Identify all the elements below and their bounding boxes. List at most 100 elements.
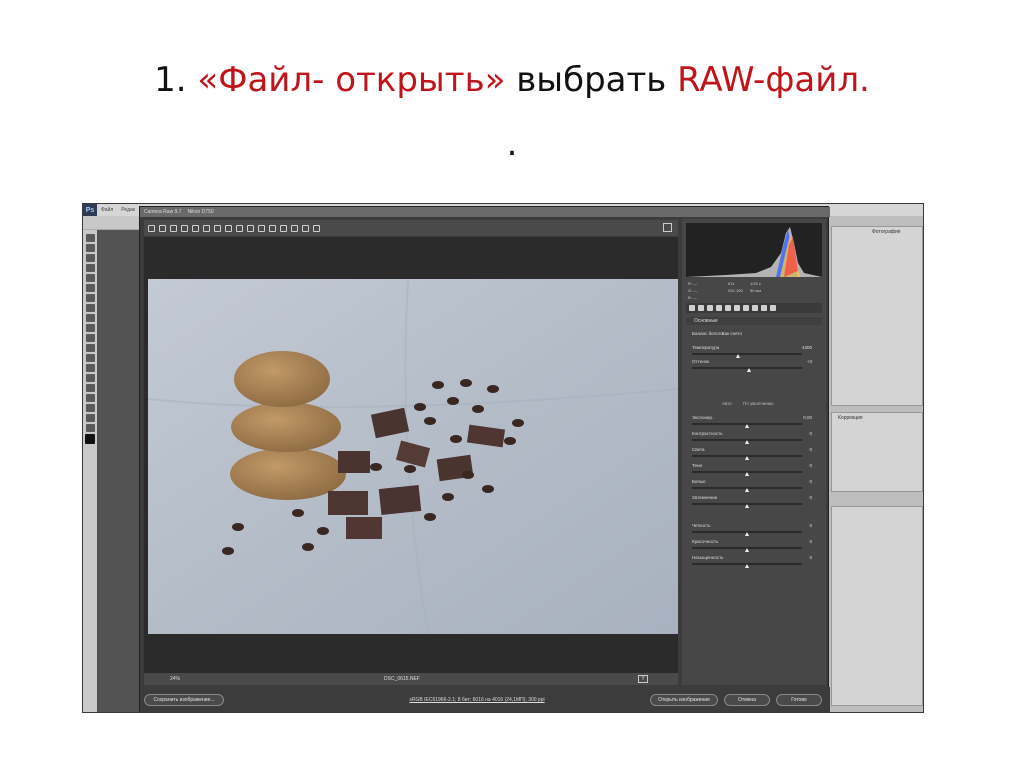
targeted-adjust-icon[interactable] — [192, 224, 199, 232]
tab-lens-icon[interactable] — [734, 305, 740, 311]
slider-value[interactable]: 0 — [809, 463, 812, 468]
slider-value[interactable]: 0 — [809, 431, 812, 436]
save-image-button[interactable]: Сохранить изображение... — [144, 694, 224, 706]
camera-raw-titlebar: Camera Raw 9.7 Nikon D750 — [140, 207, 830, 217]
slider-value[interactable]: 0 — [809, 555, 812, 560]
slider-value[interactable]: 0 — [809, 447, 812, 452]
path-select-tool-icon[interactable] — [85, 394, 95, 402]
type-tool-icon[interactable] — [85, 384, 95, 392]
title-number: 1. — [154, 60, 187, 100]
slider-value[interactable]: 0 — [809, 495, 812, 500]
zoom-tool-icon[interactable] — [85, 424, 95, 432]
open-image-button[interactable]: Открыть изображение — [650, 694, 718, 706]
readout-g-value: — — [693, 288, 698, 293]
blur-tool-icon[interactable] — [85, 354, 95, 362]
slider-label: Температура — [692, 345, 720, 350]
hand-icon[interactable] — [159, 224, 166, 232]
menu-item-file[interactable]: Файл — [97, 207, 117, 213]
auto-link[interactable]: Авто — [722, 401, 732, 406]
pen-tool-icon[interactable] — [85, 374, 95, 382]
zoom-icon[interactable] — [148, 224, 155, 232]
tab-hsl-icon[interactable] — [716, 305, 722, 311]
quick-select-tool-icon[interactable] — [85, 264, 95, 272]
slider-row: Белые 0 — [688, 479, 818, 493]
tab-split-toning-icon[interactable] — [725, 305, 731, 311]
tab-tone-curve-icon[interactable] — [698, 305, 704, 311]
eraser-tool-icon[interactable] — [85, 334, 95, 342]
rotate-left-icon[interactable] — [302, 224, 309, 232]
slider-value[interactable]: 0,00 — [803, 415, 812, 420]
white-balance-select[interactable]: Как снято — [722, 331, 782, 336]
preferences-icon[interactable] — [291, 224, 298, 232]
crop-tool-icon[interactable] — [85, 274, 95, 282]
white-balance-icon[interactable] — [170, 224, 177, 232]
lasso-tool-icon[interactable] — [85, 254, 95, 262]
camera-raw-toolbar — [144, 220, 678, 236]
crop-icon[interactable] — [203, 224, 210, 232]
workflow-options-link[interactable]: sRGB IEC61966-2.1; 8 бит; 6016 на 4016 (… — [392, 697, 562, 703]
dock-tab-photo[interactable]: Фотография — [872, 229, 901, 235]
dock-tab-adjustments[interactable]: Коррекция — [838, 415, 863, 421]
slider-row: Красочность 0 — [688, 539, 818, 553]
tab-detail-icon[interactable] — [707, 305, 713, 311]
before-after-toggle[interactable]: Y — [638, 675, 648, 683]
slider-value[interactable]: 0 — [809, 479, 812, 484]
tab-camera-calibration-icon[interactable] — [752, 305, 758, 311]
zoom-level[interactable]: 24% — [170, 673, 180, 685]
marquee-tool-icon[interactable] — [85, 244, 95, 252]
readout-r: R: — — [688, 281, 697, 286]
adjustment-brush-icon[interactable] — [258, 224, 265, 232]
slider-thumb[interactable] — [745, 456, 749, 460]
slider-thumb[interactable] — [736, 354, 741, 358]
slider-row: Затемнение 0 — [688, 495, 818, 509]
brush-tool-icon[interactable] — [85, 304, 95, 312]
shape-tool-icon[interactable] — [85, 404, 95, 412]
move-tool-icon[interactable] — [85, 234, 95, 242]
slider-thumb[interactable] — [745, 488, 749, 492]
menu-item-edit[interactable]: Редак — [117, 207, 139, 213]
radial-filter-icon[interactable] — [280, 224, 287, 232]
slider-thumb[interactable] — [745, 424, 749, 428]
camera-raw-footer: Сохранить изображение... sRGB IEC61966-2… — [140, 687, 830, 712]
eyedropper-tool-icon[interactable] — [85, 284, 95, 292]
color-sampler-icon[interactable] — [181, 224, 188, 232]
red-eye-icon[interactable] — [247, 224, 254, 232]
default-link[interactable]: По умолчанию — [743, 401, 773, 406]
rotate-right-icon[interactable] — [313, 224, 320, 232]
slider-value[interactable]: 0 — [809, 523, 812, 528]
fullscreen-icon[interactable] — [663, 223, 672, 232]
tab-effects-icon[interactable] — [743, 305, 749, 311]
graduated-filter-icon[interactable] — [269, 224, 276, 232]
photo-cookies-chocolate — [148, 279, 678, 634]
slider-track[interactable] — [692, 353, 802, 355]
slider-thumb[interactable] — [745, 548, 749, 552]
spot-removal-icon[interactable] — [236, 224, 243, 232]
slider-thumb[interactable] — [745, 440, 749, 444]
gradient-tool-icon[interactable] — [85, 344, 95, 352]
hand-tool-icon[interactable] — [85, 414, 95, 422]
healing-tool-icon[interactable] — [85, 294, 95, 302]
cancel-button[interactable]: Отмена — [724, 694, 770, 706]
dodge-tool-icon[interactable] — [85, 364, 95, 372]
slider-value[interactable]: 0 — [809, 539, 812, 544]
slider-thumb[interactable] — [745, 564, 749, 568]
straighten-icon[interactable] — [214, 224, 221, 232]
slide-title: 1. «Файл- открыть» выбрать RAW-файл. — [0, 58, 1024, 102]
tab-snapshots-icon[interactable] — [770, 305, 776, 311]
slider-thumb[interactable] — [747, 368, 752, 372]
slider-value[interactable]: 4300 — [802, 345, 812, 350]
slider-thumb[interactable] — [745, 472, 749, 476]
done-button[interactable]: Готово — [776, 694, 822, 706]
file-name: DSC_0615.NEF — [384, 676, 420, 682]
slider-value[interactable]: +3 — [807, 359, 812, 364]
slider-thumb[interactable] — [745, 504, 749, 508]
tab-presets-icon[interactable] — [761, 305, 767, 311]
color-swatches-icon[interactable] — [85, 434, 95, 444]
slider-thumb[interactable] — [745, 532, 749, 536]
history-brush-tool-icon[interactable] — [85, 324, 95, 332]
transform-icon[interactable] — [225, 224, 232, 232]
tab-basic-icon[interactable] — [689, 305, 695, 311]
camera-raw-title: Camera Raw 9.7 — [144, 209, 182, 215]
stamp-tool-icon[interactable] — [85, 314, 95, 322]
slider-row: Контрастность 0 — [688, 431, 818, 445]
